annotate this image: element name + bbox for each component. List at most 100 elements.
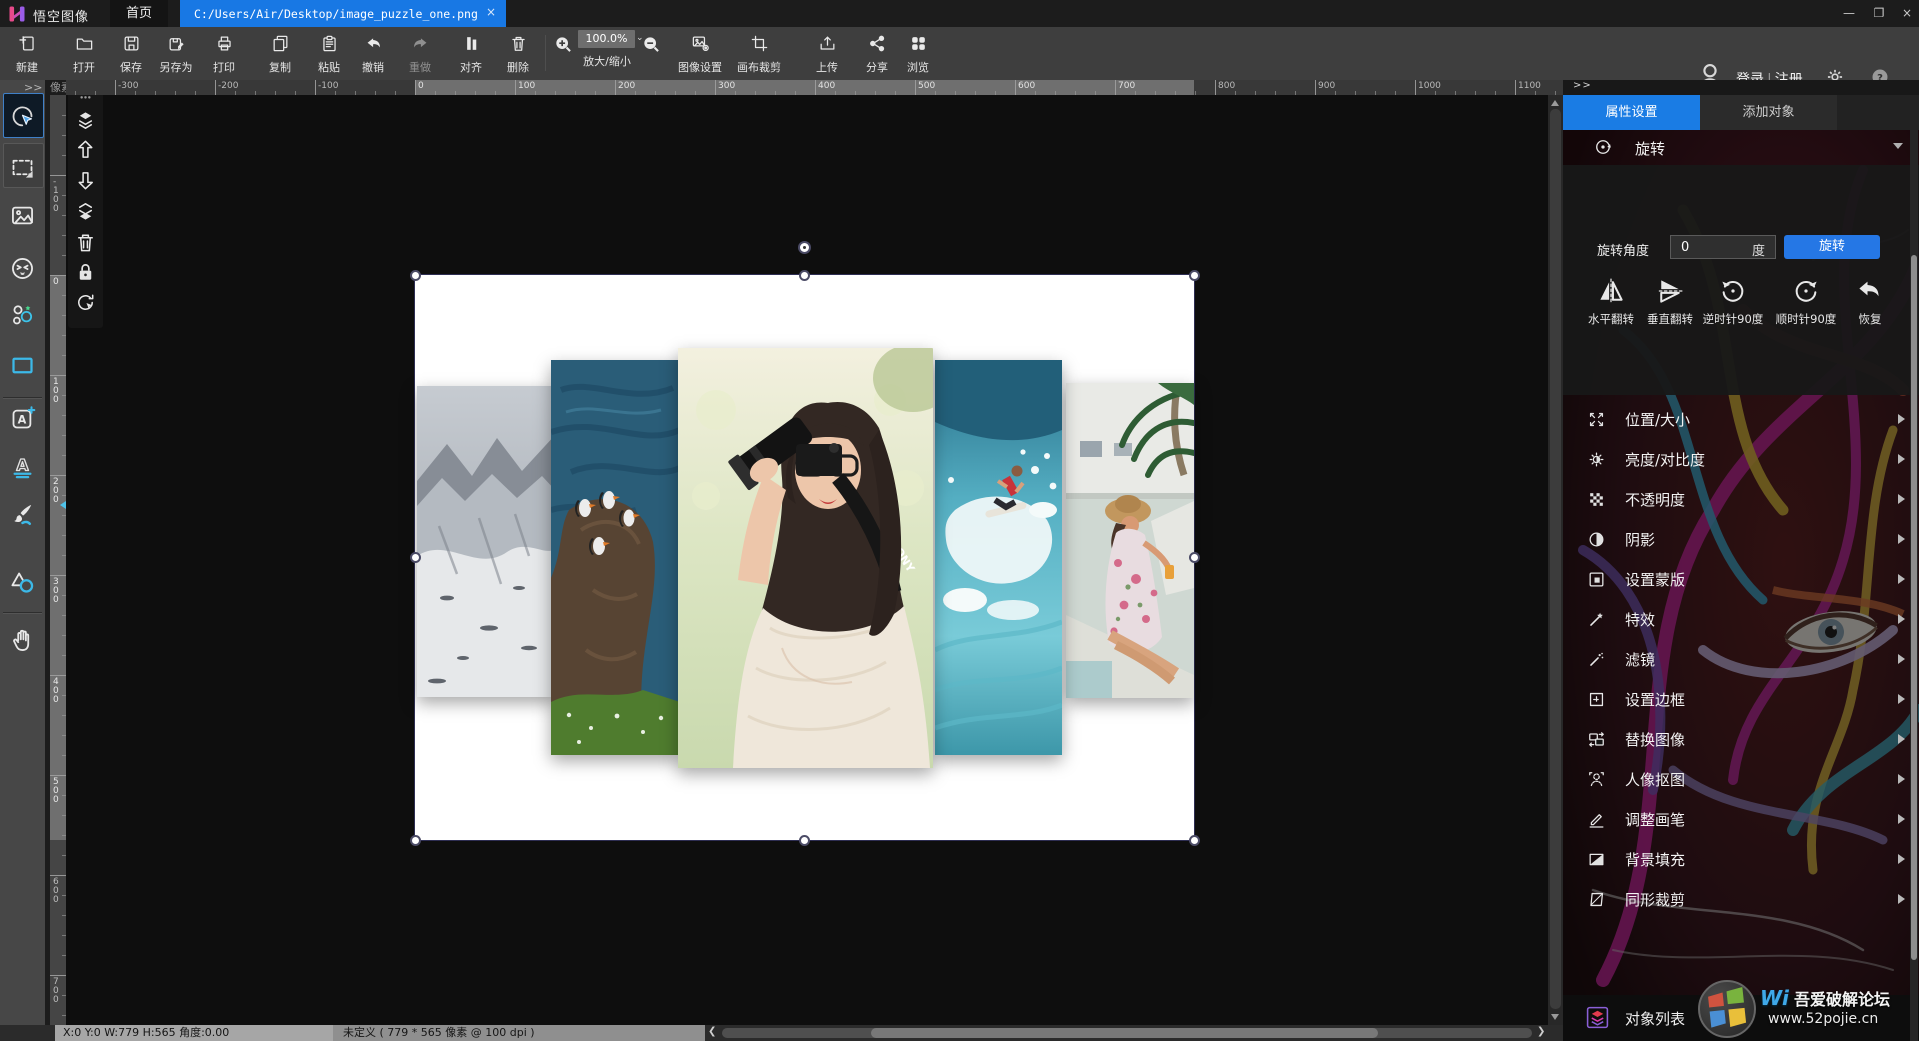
toolbar-button-copy[interactable]: 复制 <box>257 31 303 77</box>
selection-handle[interactable] <box>1189 835 1200 846</box>
photo-surfer-wave[interactable] <box>935 360 1062 755</box>
selection-handle[interactable] <box>1189 552 1200 563</box>
photo-puffins-cliff[interactable] <box>551 360 680 755</box>
mini-rotate-select[interactable] <box>74 291 97 314</box>
scroll-down-icon[interactable] <box>1551 1014 1559 1020</box>
panel-section-shape-crop[interactable]: 同形裁剪 <box>1563 880 1919 920</box>
panel-section-brightness[interactable]: 亮度/对比度 <box>1563 440 1919 480</box>
chevron-right-icon[interactable] <box>1898 854 1905 864</box>
tool-image[interactable] <box>9 202 36 229</box>
flip-action-rotate-cw-90[interactable]: 顺时针90度 <box>1775 276 1837 327</box>
toolbar-button-upload[interactable]: 上传 <box>799 31 855 77</box>
toolbar-button-save-as[interactable]: 另存为 <box>153 31 199 77</box>
tool-select[interactable] <box>9 104 36 131</box>
toolbar-button-undo[interactable]: 撤销 <box>350 31 396 77</box>
toolbar-button-browse[interactable]: 浏览 <box>890 31 946 77</box>
chevron-right-icon[interactable] <box>1898 814 1905 824</box>
rotate-apply-button[interactable]: 旋转 <box>1784 235 1880 259</box>
tool-shape[interactable] <box>9 569 36 596</box>
chevron-right-icon[interactable] <box>1898 894 1905 904</box>
panel-section-background-fill[interactable]: 背景填充 <box>1563 840 1919 880</box>
rotate-angle-input[interactable]: 0 度 <box>1670 235 1776 259</box>
tool-brush[interactable] <box>9 501 36 528</box>
chevron-right-icon[interactable] <box>1898 454 1905 464</box>
window-close-button[interactable]: × <box>1896 5 1918 21</box>
mini-delete[interactable] <box>74 231 97 254</box>
zoom-out-icon[interactable] <box>641 34 661 54</box>
photo-girl-camera[interactable]: SONY <box>678 348 933 768</box>
tool-marquee[interactable] <box>9 154 36 181</box>
photo-poolside-woman[interactable] <box>1066 383 1194 698</box>
panel-section-effects[interactable]: 特效 <box>1563 600 1919 640</box>
panel-section-replace-image[interactable]: 替换图像 <box>1563 720 1919 760</box>
panel-collapse-right[interactable]: >> <box>1573 80 1592 91</box>
tool-sticker[interactable] <box>9 255 36 282</box>
flip-action-rotate-ccw-90[interactable]: 逆时针90度 <box>1702 276 1764 327</box>
tool-bubbles[interactable] <box>9 302 36 329</box>
selection-handle[interactable] <box>1189 270 1200 281</box>
mini-move-down[interactable] <box>74 169 97 192</box>
selection-handle[interactable] <box>410 270 421 281</box>
selection-handle[interactable] <box>799 270 810 281</box>
canvas-vertical-scrollbar[interactable] <box>1548 95 1563 1025</box>
selection-handle[interactable] <box>410 552 421 563</box>
canvas-area[interactable]: SONY <box>66 95 1548 1025</box>
mini-drag-handle[interactable] <box>74 95 97 107</box>
panel-section-shadow[interactable]: 阴影 <box>1563 520 1919 560</box>
window-maximize-button[interactable]: ❐ <box>1868 5 1890 21</box>
chevron-right-icon[interactable] <box>1898 614 1905 624</box>
toolbar-button-open-folder[interactable]: 打开 <box>61 31 107 77</box>
tab-close-icon[interactable]: × <box>486 5 496 19</box>
zoom-level-select[interactable]: 100.0% <box>578 30 635 48</box>
selection-handle[interactable] <box>799 835 810 846</box>
canvas-horizontal-scrollbar[interactable] <box>722 1028 1532 1038</box>
flip-action-restore[interactable]: 恢复 <box>1839 276 1901 327</box>
chevron-right-icon[interactable] <box>1898 534 1905 544</box>
artboard-selection[interactable]: SONY <box>415 275 1194 840</box>
mini-lock[interactable] <box>74 261 97 284</box>
mini-send-to-back[interactable] <box>74 200 97 223</box>
scroll-up-icon[interactable] <box>1551 100 1559 106</box>
toolbar-button-canvas-crop[interactable]: 画布裁剪 <box>731 31 787 77</box>
flip-action-flip-vertical[interactable]: 垂直翻转 <box>1639 276 1701 327</box>
flip-action-flip-horizontal[interactable]: 水平翻转 <box>1580 276 1642 327</box>
tool-rectangle[interactable] <box>9 352 36 379</box>
chevron-down-icon[interactable] <box>1893 143 1903 149</box>
scroll-right-icon[interactable]: ❯ <box>1537 1026 1545 1037</box>
panel-section-portrait-cutout[interactable]: 人像抠图 <box>1563 760 1919 800</box>
tab-property-settings[interactable]: 属性设置 <box>1563 95 1700 130</box>
panel-collapse-left[interactable]: >> <box>24 81 42 94</box>
rotate-section-header[interactable]: 旋转 <box>1563 130 1919 165</box>
vertical-scroll-thumb[interactable] <box>1550 109 1561 1009</box>
window-minimize-button[interactable]: — <box>1838 5 1860 21</box>
chevron-right-icon[interactable] <box>1898 494 1905 504</box>
tab-add-object[interactable]: 添加对象 <box>1700 95 1837 130</box>
tool-word-art[interactable]: A <box>9 454 36 481</box>
chevron-right-icon[interactable] <box>1898 414 1905 424</box>
toolbar-button-image-settings[interactable]: 图像设置 <box>672 31 728 77</box>
toolbar-button-save[interactable]: 保存 <box>108 31 154 77</box>
chevron-right-icon[interactable] <box>1898 574 1905 584</box>
tab-home[interactable]: 首页 <box>110 0 168 27</box>
chevron-right-icon[interactable] <box>1898 694 1905 704</box>
tab-open-file[interactable]: C:/Users/Air/Desktop/image_puzzle_one.pn… <box>180 0 506 27</box>
chevron-right-icon[interactable] <box>1898 774 1905 784</box>
selection-handle[interactable] <box>410 835 421 846</box>
mini-bring-to-front[interactable] <box>74 109 97 132</box>
panel-section-mask[interactable]: 设置蒙版 <box>1563 560 1919 600</box>
panel-section-border[interactable]: 设置边框 <box>1563 680 1919 720</box>
chevron-right-icon[interactable] <box>1898 734 1905 744</box>
chevron-right-icon[interactable] <box>1898 654 1905 664</box>
panel-section-filter[interactable]: 滤镜 <box>1563 640 1919 680</box>
mini-move-up[interactable] <box>74 138 97 161</box>
tool-hand[interactable] <box>9 627 36 654</box>
toolbar-button-align[interactable]: 对齐 <box>448 31 494 77</box>
toolbar-button-new-file[interactable]: 新建 <box>4 31 50 77</box>
tool-add-text[interactable]: A <box>9 405 36 432</box>
rotation-handle[interactable] <box>798 241 811 254</box>
zoom-in-icon[interactable] <box>553 34 573 54</box>
toolbar-button-trash[interactable]: 删除 <box>495 31 541 77</box>
panel-section-adjust-brush[interactable]: 调整画笔 <box>1563 800 1919 840</box>
toolbar-button-paste[interactable]: 粘贴 <box>306 31 352 77</box>
panel-section-opacity[interactable]: 不透明度 <box>1563 480 1919 520</box>
